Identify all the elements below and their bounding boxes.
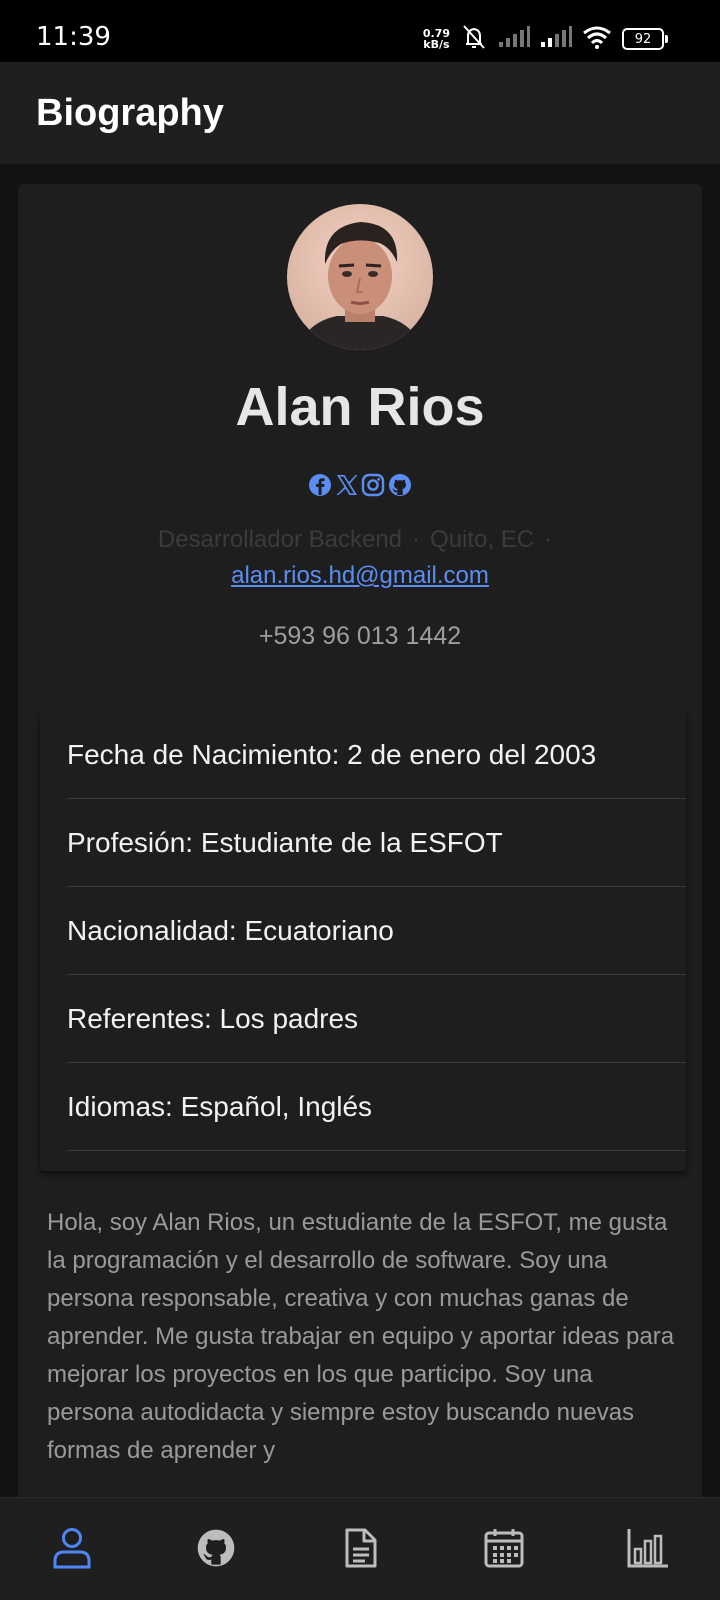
info-profession: Profesión: Estudiante de la ESFOT xyxy=(67,826,503,858)
github-icon[interactable] xyxy=(388,473,412,497)
wifi-icon xyxy=(582,25,612,54)
status-bar: 11:39 0.79 kB/s 92 xyxy=(0,0,720,62)
x-icon[interactable] xyxy=(335,473,359,497)
battery-level: 92 xyxy=(634,31,652,47)
list-item: Nacionalidad: Ecuatoriano xyxy=(67,887,686,975)
list-item: Profesión: Estudiante de la ESFOT xyxy=(67,799,686,887)
status-icons: 0.79 kB/s 92 xyxy=(423,24,668,55)
info-references: Referentes: Los padres xyxy=(67,1002,359,1034)
signal-icon-2 xyxy=(540,25,572,53)
role-location-line: Desarrollador Backend · Quito, EC · xyxy=(18,526,702,554)
profile-location: Quito, EC xyxy=(430,526,535,553)
document-icon xyxy=(342,1527,378,1574)
status-time: 11:39 xyxy=(36,22,111,52)
list-item: Fecha de Nacimiento: 2 de enero del 2003 xyxy=(67,711,686,799)
person-icon xyxy=(52,1527,92,1574)
bar-chart-icon xyxy=(626,1527,670,1574)
avatar xyxy=(287,204,433,350)
nav-github[interactable] xyxy=(194,1528,238,1572)
bio-paragraph: Hola, soy Alan Rios, un estudiante de la… xyxy=(47,1209,675,1464)
network-speed-unit: kB/s xyxy=(423,38,450,51)
list-item: Idiomas: Español, Inglés xyxy=(67,1063,686,1151)
network-speed: 0.79 kB/s xyxy=(423,28,450,50)
list-item: Referentes: Los padres xyxy=(67,975,686,1063)
email-link[interactable]: alan.rios.hd@gmail.com xyxy=(18,562,702,590)
nav-document[interactable] xyxy=(338,1528,382,1572)
phone-number: +593 96 013 1442 xyxy=(258,622,462,650)
nav-biography[interactable] xyxy=(50,1527,94,1574)
social-links xyxy=(308,471,412,499)
page-title: Biography xyxy=(36,92,224,134)
info-list: Fecha de Nacimiento: 2 de enero del 2003… xyxy=(40,711,686,1171)
signal-icon xyxy=(498,25,530,53)
calendar-icon xyxy=(483,1527,525,1574)
profile-name: Alan Rios xyxy=(235,377,485,437)
battery-indicator: 92 xyxy=(622,28,668,50)
bottom-navigation xyxy=(0,1497,720,1600)
app-screen: 11:39 0.79 kB/s 92 Biography Alan Rios D… xyxy=(0,0,720,1600)
info-birthdate: Fecha de Nacimiento: 2 de enero del 2003 xyxy=(67,738,597,770)
nav-statistics[interactable] xyxy=(626,1528,670,1572)
separator-dot: · xyxy=(412,526,421,553)
instagram-icon[interactable] xyxy=(361,473,385,497)
nav-calendar[interactable] xyxy=(482,1528,526,1572)
github-icon xyxy=(196,1528,236,1573)
profile-card: Alan Rios Desarrollador Backend · Quito,… xyxy=(18,184,702,1497)
facebook-icon[interactable] xyxy=(308,473,332,497)
profile-role: Desarrollador Backend xyxy=(157,526,403,553)
info-languages: Idiomas: Español, Inglés xyxy=(67,1090,373,1122)
info-nationality: Nacionalidad: Ecuatoriano xyxy=(67,914,394,946)
app-bar: Biography xyxy=(0,62,720,164)
separator-dot: · xyxy=(544,526,553,553)
content-area[interactable]: Alan Rios Desarrollador Backend · Quito,… xyxy=(0,164,720,1497)
mute-icon xyxy=(460,24,488,55)
